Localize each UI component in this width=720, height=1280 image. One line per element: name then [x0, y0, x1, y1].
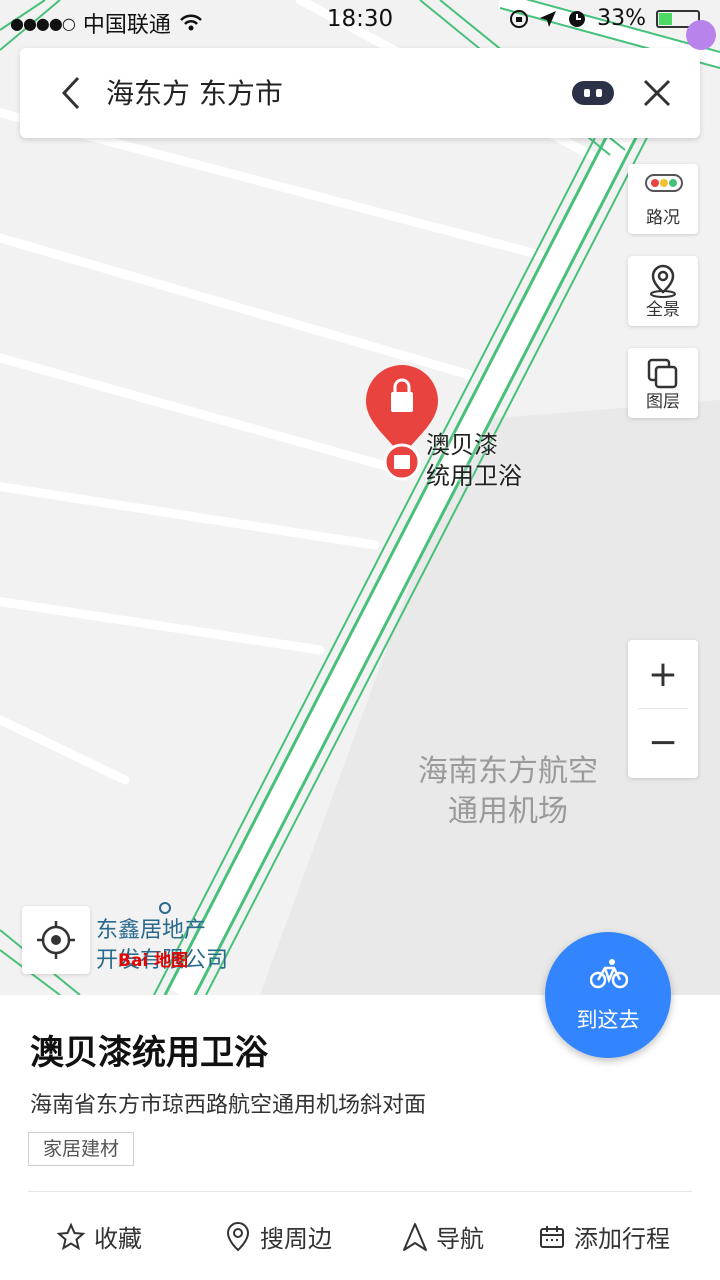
zoom-divider	[638, 708, 688, 709]
navigate-label: 导航	[436, 1225, 484, 1253]
zoom-in-button[interactable]: +	[628, 642, 698, 710]
airport-map-label: 海南东方航空 通用机场	[418, 752, 598, 832]
alarm-icon	[569, 10, 586, 27]
search-query[interactable]: 海东方 东方市	[106, 72, 283, 112]
map-view[interactable]: 澳贝漆 统用卫浴 海南东方航空 通用机场 东鑫居地产 开发有限公司 Bai 地图	[0, 0, 720, 995]
poi-label-line2: 统用卫浴	[426, 462, 522, 490]
layers-button[interactable]: 图层	[628, 348, 698, 418]
navigation-arrow-icon	[403, 1222, 427, 1251]
poi-address: 海南省东方市琼西路航空通用机场斜对面	[30, 1093, 427, 1118]
calendar-icon	[540, 1225, 564, 1248]
voice-assistant-icon[interactable]	[572, 81, 614, 105]
layers-icon	[647, 358, 678, 389]
battery-percent: 33%	[597, 6, 646, 31]
rotation-lock-icon	[510, 9, 529, 28]
go-here-button[interactable]: 到这去	[545, 932, 671, 1058]
poi-title: 澳贝漆统用卫浴	[30, 1033, 268, 1073]
search-nearby-label: 搜周边	[260, 1225, 332, 1253]
airport-label-line2: 通用机场	[448, 794, 568, 829]
star-icon	[56, 1222, 86, 1250]
assistant-bag-icon[interactable]	[686, 20, 716, 50]
location-arrow-icon	[540, 10, 557, 27]
poi-map-label: 澳贝漆 统用卫浴	[426, 430, 522, 492]
status-bar: ●●●●○ 中国联通 18:30 33%	[0, 0, 720, 40]
traffic-label: 路况	[646, 208, 680, 228]
favorite-label: 收藏	[94, 1225, 142, 1253]
crosshair-icon	[37, 921, 75, 959]
map-canvas	[0, 0, 720, 995]
favorite-button[interactable]: 收藏	[56, 1219, 142, 1254]
realestate-label-line1: 东鑫居地产	[96, 918, 207, 943]
category-tag[interactable]: 家居建材	[28, 1132, 135, 1166]
search-bar[interactable]: 海东方 东方市	[20, 48, 700, 138]
panorama-pin-icon	[650, 264, 676, 298]
action-bar: 收藏 搜周边 导航 添加行程	[0, 1219, 720, 1263]
back-arrow-icon[interactable]	[52, 72, 94, 114]
close-icon[interactable]	[638, 74, 676, 112]
poi-label-line1: 澳贝漆	[426, 431, 498, 459]
go-here-label: 到这去	[576, 1008, 640, 1032]
layers-label: 图层	[646, 392, 680, 412]
panorama-label: 全景	[646, 300, 680, 320]
baidu-logo-text: Bai 地图	[118, 951, 189, 971]
zoom-out-button[interactable]: −	[628, 710, 698, 778]
locate-me-button[interactable]	[22, 906, 90, 974]
panel-divider	[28, 1191, 692, 1192]
add-itinerary-button[interactable]: 添加行程	[538, 1219, 670, 1254]
airport-label-line1: 海南东方航空	[418, 754, 598, 789]
location-pin-icon	[226, 1221, 250, 1251]
panorama-button[interactable]: 全景	[628, 256, 698, 326]
baidu-map-logo: Bai 地图	[118, 946, 188, 971]
add-itinerary-label: 添加行程	[574, 1225, 670, 1253]
search-nearby-button[interactable]: 搜周边	[224, 1219, 332, 1254]
navigate-button[interactable]: 导航	[402, 1219, 484, 1254]
traffic-light-icon	[645, 174, 683, 192]
bicycle-icon	[590, 959, 628, 989]
zoom-control: + −	[628, 640, 698, 778]
traffic-button[interactable]: 路况	[628, 164, 698, 234]
